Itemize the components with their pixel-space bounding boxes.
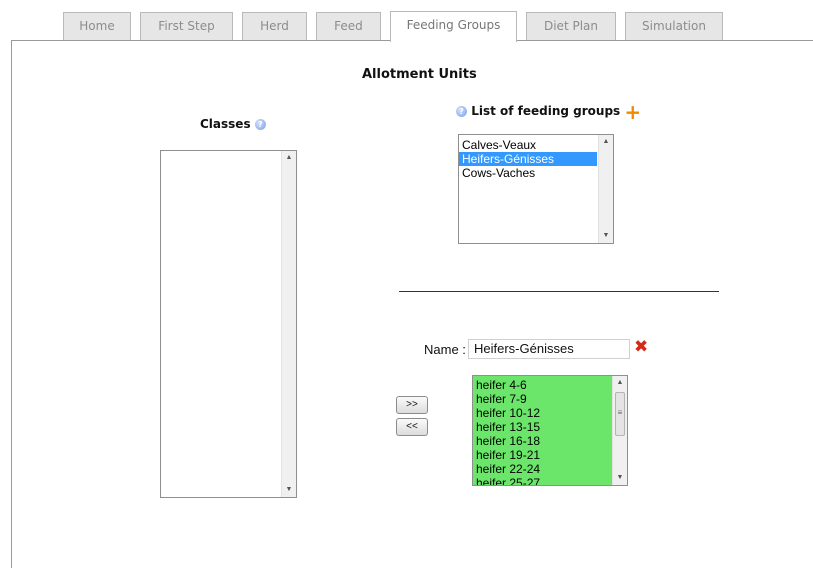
help-icon[interactable]: ? — [456, 106, 467, 117]
feeding-groups-listbox[interactable]: Calves-Veaux Heifers-Génisses Cows-Vache… — [458, 134, 614, 244]
scroll-up-arrow-icon[interactable]: ▲ — [282, 151, 296, 165]
member-option[interactable]: heifer 7-9 — [473, 392, 627, 406]
feeding-group-option-selected[interactable]: Heifers-Génisses — [459, 152, 597, 166]
member-option[interactable]: heifer 19-21 — [473, 448, 627, 462]
member-option[interactable]: heifer 22-24 — [473, 462, 627, 476]
tab-herd[interactable]: Herd — [242, 12, 307, 40]
feeding-groups-heading: ? List of feeding groups + — [456, 102, 641, 122]
tab-diet-plan[interactable]: Diet Plan — [526, 12, 616, 40]
add-to-group-button[interactable]: >> — [396, 396, 428, 414]
section-divider — [399, 291, 719, 292]
content-left-border — [11, 40, 12, 568]
member-option[interactable]: heifer 25-27 — [473, 476, 627, 485]
member-option[interactable]: heifer 10-12 — [473, 406, 627, 420]
tab-feeding-groups[interactable]: Feeding Groups — [390, 11, 517, 42]
name-label: Name : — [424, 342, 466, 357]
scroll-up-arrow-icon[interactable]: ▲ — [599, 135, 613, 149]
group-name-input[interactable]: Heifers-Génisses — [468, 339, 630, 359]
tab-feed[interactable]: Feed — [316, 12, 381, 40]
feeding-groups-label: List of feeding groups — [471, 104, 621, 118]
delete-group-x-icon[interactable]: ✖ — [634, 338, 648, 356]
add-group-plus-icon[interactable]: + — [624, 102, 641, 122]
classes-heading: Classes ? — [200, 117, 266, 131]
feeding-groups-scrollbar[interactable]: ▲ ▼ — [598, 135, 613, 243]
member-option[interactable]: heifer 13-15 — [473, 420, 627, 434]
classes-scrollbar[interactable]: ▲ ▼ — [281, 151, 296, 497]
tab-bar: Home First Step Herd Feed Feeding Groups… — [0, 0, 813, 42]
page-title: Allotment Units — [362, 67, 477, 82]
tab-first-step[interactable]: First Step — [140, 12, 233, 40]
tab-home[interactable]: Home — [63, 12, 131, 40]
scroll-up-arrow-icon[interactable]: ▲ — [613, 376, 627, 390]
scroll-down-arrow-icon[interactable]: ▼ — [282, 483, 296, 497]
remove-from-group-button[interactable]: << — [396, 418, 428, 436]
help-icon[interactable]: ? — [254, 119, 266, 130]
classes-label: Classes — [200, 117, 251, 131]
feeding-group-option[interactable]: Calves-Veaux — [459, 138, 613, 152]
scroll-down-arrow-icon[interactable]: ▼ — [613, 471, 627, 485]
feeding-group-option[interactable]: Cows-Vaches — [459, 166, 613, 180]
member-option[interactable]: heifer 4-6 — [473, 378, 627, 392]
members-scrollbar[interactable]: ▲ ≡ ▼ — [612, 376, 627, 485]
scroll-down-arrow-icon[interactable]: ▼ — [599, 229, 613, 243]
tab-simulation[interactable]: Simulation — [625, 12, 723, 40]
classes-listbox[interactable]: ▲ ▼ — [160, 150, 297, 498]
group-members-listbox[interactable]: heifer 4-6 heifer 7-9 heifer 10-12 heife… — [472, 375, 628, 486]
member-option[interactable]: heifer 16-18 — [473, 434, 627, 448]
scroll-thumb[interactable]: ≡ — [615, 392, 625, 436]
